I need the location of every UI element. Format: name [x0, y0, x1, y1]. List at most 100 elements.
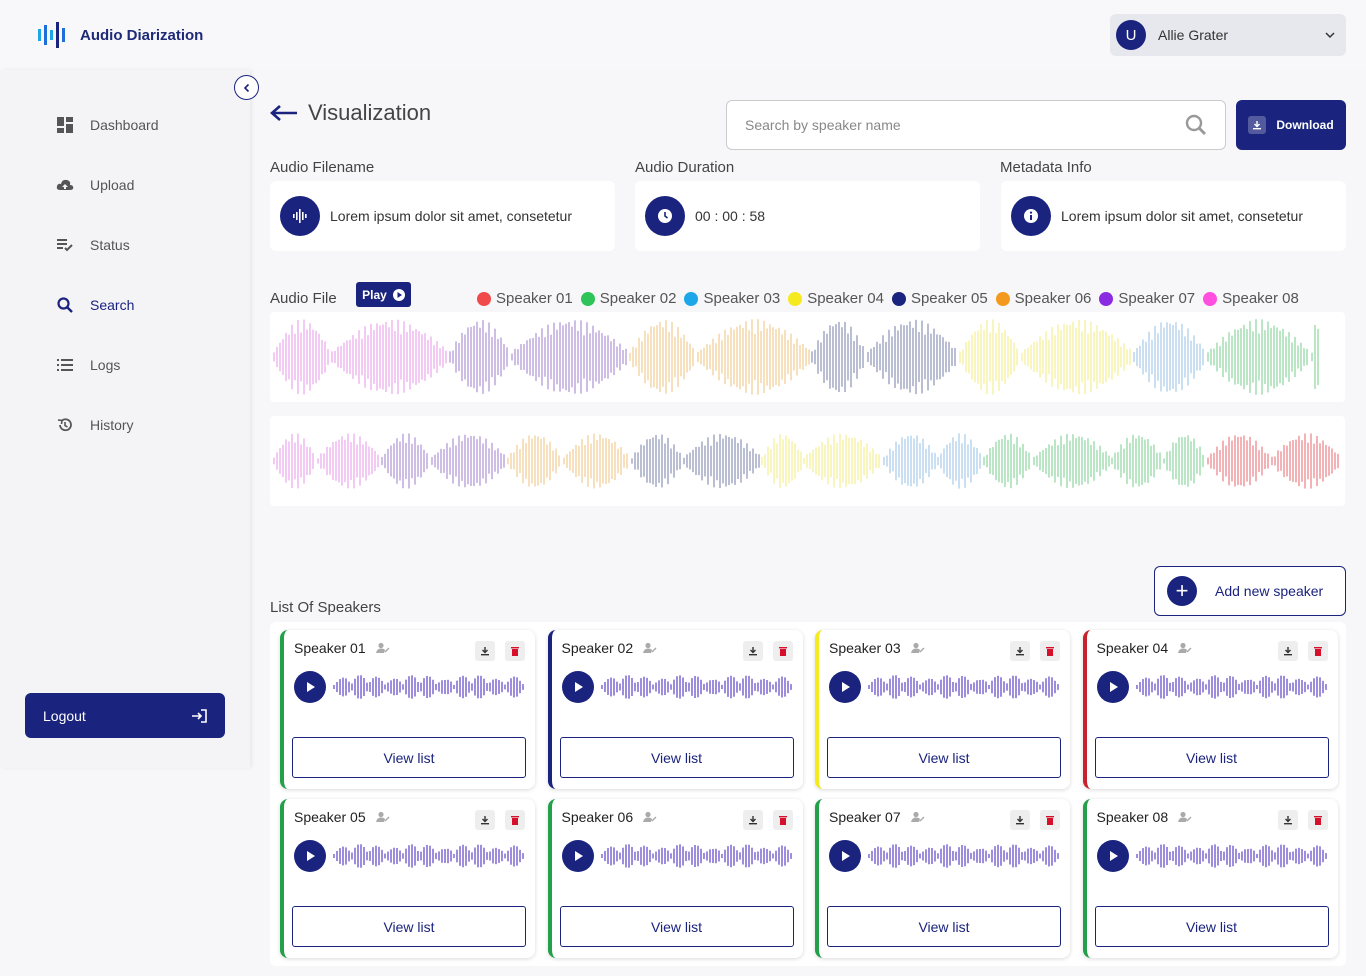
- speaker-waveform[interactable]: [1135, 840, 1330, 872]
- legend-dot: [477, 291, 491, 306]
- speaker-play-button[interactable]: [561, 671, 594, 703]
- view-list-button[interactable]: View list: [559, 906, 794, 947]
- view-list-button[interactable]: View list: [1094, 906, 1329, 947]
- download-speaker-button[interactable]: [1277, 810, 1298, 830]
- download-button[interactable]: Download: [1236, 100, 1346, 150]
- speaker-play-button[interactable]: [1096, 840, 1129, 872]
- speaker-name: Speaker 08: [1096, 809, 1169, 825]
- sidebar-item-search[interactable]: Search: [56, 296, 134, 314]
- legend-dot: [580, 291, 595, 306]
- speaker-waveform[interactable]: [867, 671, 1062, 703]
- play-button[interactable]: Play: [356, 282, 411, 307]
- edit-user-icon[interactable]: [1178, 642, 1192, 654]
- speaker-waveform[interactable]: [600, 671, 795, 703]
- trash-icon: [1313, 647, 1322, 656]
- download-speaker-button[interactable]: [475, 810, 495, 830]
- delete-speaker-button[interactable]: [1040, 641, 1060, 661]
- download-speaker-button[interactable]: [1010, 641, 1030, 661]
- audio-duration-value: 00 : 00 : 58: [695, 208, 766, 224]
- edit-user-icon[interactable]: [643, 642, 657, 654]
- download-speaker-button[interactable]: [475, 641, 495, 661]
- back-arrow-icon[interactable]: [270, 104, 298, 122]
- edit-user-icon[interactable]: [1178, 811, 1192, 823]
- card-actions: [1010, 641, 1060, 661]
- speaker-play-button[interactable]: [829, 840, 861, 872]
- view-list-button[interactable]: View list: [559, 737, 794, 778]
- logout-button[interactable]: Logout: [25, 693, 225, 738]
- download-speaker-button[interactable]: [742, 641, 763, 661]
- speaker-waveform[interactable]: [332, 840, 527, 872]
- play-icon: [574, 851, 583, 861]
- sidebar-item-upload[interactable]: Upload: [56, 176, 134, 194]
- user-menu[interactable]: U Allie Grater: [1110, 14, 1346, 56]
- speaker-waveform[interactable]: [332, 671, 527, 703]
- delete-speaker-button[interactable]: [505, 810, 525, 830]
- edit-user-icon[interactable]: [375, 642, 390, 654]
- trash-icon: [778, 647, 787, 656]
- trash-icon: [511, 816, 519, 825]
- search-icon[interactable]: [1185, 114, 1207, 136]
- download-icon: [481, 647, 489, 656]
- delete-speaker-button[interactable]: [1040, 810, 1060, 830]
- speaker-name-row: Speaker 02: [562, 640, 658, 656]
- speaker-play-button[interactable]: [829, 671, 861, 703]
- edit-user-icon[interactable]: [910, 642, 925, 654]
- waveform-panel-1[interactable]: [270, 312, 1345, 402]
- sidebar-item-dashboard[interactable]: Dashboard: [56, 116, 159, 134]
- sidebar-item-status[interactable]: Status: [56, 236, 130, 254]
- download-speaker-button[interactable]: [1010, 810, 1030, 830]
- speaker-play-button[interactable]: [561, 840, 594, 872]
- upload-icon: [56, 176, 74, 194]
- view-list-label: View list: [918, 918, 970, 935]
- delete-speaker-button[interactable]: [772, 810, 793, 830]
- user-name: Allie Grater: [1158, 27, 1229, 43]
- view-list-button[interactable]: View list: [827, 906, 1061, 947]
- edit-user-icon[interactable]: [375, 811, 390, 823]
- edit-user-icon[interactable]: [910, 811, 925, 823]
- audio-duration-label: Audio Duration: [635, 159, 735, 176]
- sidebar-item-label: Status: [90, 237, 130, 253]
- trash-icon: [1046, 816, 1054, 825]
- sidebar-item-history[interactable]: History: [56, 416, 134, 434]
- speaker-name-row: Speaker 08: [1097, 809, 1193, 825]
- trash-icon: [511, 647, 519, 656]
- collapse-sidebar-button[interactable]: [234, 75, 259, 100]
- speaker-play-button[interactable]: [1096, 671, 1129, 703]
- view-list-button[interactable]: View list: [292, 737, 526, 778]
- delete-speaker-button[interactable]: [1307, 810, 1328, 830]
- speaker-waveform[interactable]: [600, 840, 795, 872]
- download-speaker-button[interactable]: [1277, 641, 1298, 661]
- speaker-play-button[interactable]: [294, 840, 326, 872]
- app-logo[interactable]: Audio Diarization: [36, 20, 203, 50]
- legend-label: Speaker 02: [599, 290, 677, 307]
- waveform-panel-2[interactable]: [270, 416, 1345, 506]
- view-list-button[interactable]: View list: [292, 906, 526, 947]
- view-list-label: View list: [650, 918, 703, 935]
- delete-speaker-button[interactable]: [1307, 641, 1328, 661]
- download-icon: [748, 816, 757, 825]
- logout-icon: [192, 708, 207, 723]
- add-speaker-button[interactable]: + Add new speaker: [1154, 566, 1346, 616]
- speaker-play-button[interactable]: [294, 671, 326, 703]
- delete-speaker-button[interactable]: [505, 641, 525, 661]
- legend-item: Speaker 03: [684, 290, 780, 307]
- logout-label: Logout: [43, 707, 86, 724]
- search-input[interactable]: [745, 117, 1185, 133]
- speaker-waveform[interactable]: [1135, 671, 1330, 703]
- download-speaker-button[interactable]: [742, 810, 763, 830]
- view-list-button[interactable]: View list: [1094, 737, 1329, 778]
- speaker-name-row: Speaker 06: [562, 809, 658, 825]
- edit-user-icon[interactable]: [643, 811, 657, 823]
- view-list-button[interactable]: View list: [827, 737, 1061, 778]
- audio-logo-icon: [38, 22, 65, 48]
- sidebar-item-logs[interactable]: Logs: [56, 356, 120, 374]
- speaker-search[interactable]: [726, 100, 1226, 150]
- app-title: Audio Diarization: [80, 26, 204, 44]
- metadata-info-label: Metadata Info: [1000, 159, 1092, 176]
- plus-icon: +: [1167, 576, 1197, 606]
- waveform-2[interactable]: [270, 416, 1345, 506]
- delete-speaker-button[interactable]: [772, 641, 793, 661]
- speaker-waveform[interactable]: [867, 840, 1062, 872]
- waveform-1[interactable]: [270, 312, 1345, 402]
- download-icon: [1248, 116, 1267, 134]
